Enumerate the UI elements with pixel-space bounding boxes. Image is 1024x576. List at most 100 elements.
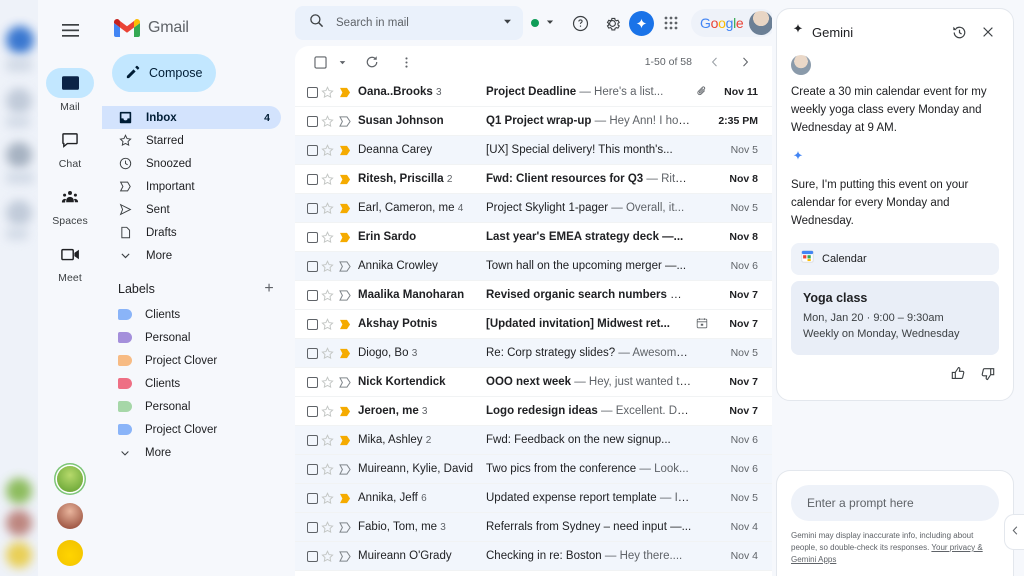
table-row[interactable]: Jeroen, me 3 Logo redesign ideas — Excell…	[295, 397, 772, 426]
table-row[interactable]: Annika Crowley Town hall on the upcoming …	[295, 252, 772, 281]
select-chevron-down-icon[interactable]	[335, 49, 349, 75]
table-row[interactable]: Nick Kortendick OOO next week — Hey, just…	[295, 368, 772, 397]
row-checkbox[interactable]	[307, 144, 318, 156]
label-item[interactable]: Personal	[102, 326, 281, 349]
avatar[interactable]	[57, 503, 83, 529]
user-avatar[interactable]	[749, 11, 774, 35]
unread-marker-icon[interactable]	[336, 145, 354, 156]
rail-item-meet[interactable]: Meet	[40, 239, 100, 284]
avatar[interactable]	[57, 466, 83, 492]
table-row[interactable]: Annika, Jeff 6 Updated expense report tem…	[295, 484, 772, 513]
important-marker-icon[interactable]	[336, 115, 354, 127]
gemini-sparkle-icon[interactable]	[629, 10, 654, 36]
google-account-pill[interactable]: Google	[691, 9, 777, 37]
star-icon[interactable]	[318, 346, 336, 360]
thumbs-down-icon[interactable]	[980, 366, 995, 386]
gmail-logo[interactable]: Gmail	[102, 8, 295, 48]
important-marker-icon[interactable]	[336, 289, 354, 301]
star-icon[interactable]	[318, 114, 336, 128]
important-marker-icon[interactable]	[336, 376, 354, 388]
gemini-prompt-input[interactable]	[807, 496, 983, 510]
star-icon[interactable]	[318, 288, 336, 302]
gear-icon[interactable]	[597, 8, 627, 38]
rail-item-chat[interactable]: Chat	[40, 125, 100, 170]
help-icon[interactable]	[565, 8, 595, 38]
active-status-dot[interactable]	[531, 19, 539, 27]
table-row[interactable]: Muireann O'Grady Checking in re: Boston —…	[295, 542, 772, 571]
star-icon[interactable]	[318, 520, 336, 534]
table-row[interactable]: Erin Sardo Last year's EMEA strategy deck…	[295, 223, 772, 252]
refresh-icon[interactable]	[359, 49, 385, 75]
labels-more[interactable]: More	[102, 441, 281, 464]
row-checkbox[interactable]	[307, 86, 318, 98]
row-checkbox[interactable]	[307, 347, 318, 359]
close-icon[interactable]	[977, 21, 999, 43]
label-item[interactable]: Project Clover	[102, 418, 281, 441]
table-row[interactable]: Oana..Brooks 3 Project Deadline — Here's …	[295, 78, 772, 107]
important-marker-icon[interactable]	[336, 260, 354, 272]
star-icon[interactable]	[318, 491, 336, 505]
sidebar-item-inbox[interactable]: Inbox 4	[102, 106, 281, 129]
table-row[interactable]: Maalika Manoharan Revised organic search …	[295, 281, 772, 310]
avatar[interactable]	[57, 540, 83, 566]
row-checkbox[interactable]	[307, 260, 318, 272]
row-checkbox[interactable]	[307, 173, 318, 185]
row-checkbox[interactable]	[307, 550, 318, 562]
select-all-checkbox[interactable]	[307, 49, 333, 75]
row-checkbox[interactable]	[307, 231, 318, 243]
row-checkbox[interactable]	[307, 289, 318, 301]
table-row[interactable]: Susan Johnson Q1 Project wrap-up — Hey An…	[295, 107, 772, 136]
collapse-panel-handle[interactable]	[1004, 514, 1024, 550]
rail-item-spaces[interactable]: Spaces	[40, 182, 100, 227]
label-item[interactable]: Project Clover	[102, 349, 281, 372]
compose-button[interactable]: Compose	[112, 54, 216, 92]
chevron-right-icon[interactable]	[732, 49, 758, 75]
row-checkbox[interactable]	[307, 434, 318, 446]
table-row[interactable]: Muireann, Kylie, David Two pics from the …	[295, 455, 772, 484]
sidebar-item-more[interactable]: More	[102, 244, 281, 267]
row-checkbox[interactable]	[307, 521, 318, 533]
sidebar-item-starred[interactable]: Starred	[102, 129, 281, 152]
star-icon[interactable]	[318, 172, 336, 186]
plus-icon[interactable]: +	[261, 281, 277, 297]
sidebar-item-snoozed[interactable]: Snoozed	[102, 152, 281, 175]
sidebar-item-sent[interactable]: Sent	[102, 198, 281, 221]
search-input[interactable]	[336, 17, 490, 29]
table-row[interactable]: Mika, Ashley 2 Fwd: Feedback on the new s…	[295, 426, 772, 455]
label-item[interactable]: Clients	[102, 372, 281, 395]
important-marker-icon[interactable]	[336, 463, 354, 475]
important-marker-icon[interactable]	[336, 521, 354, 533]
thumbs-up-icon[interactable]	[951, 366, 966, 386]
hamburger-icon[interactable]	[50, 10, 90, 50]
important-marker-icon[interactable]	[336, 550, 354, 562]
unread-marker-icon[interactable]	[336, 87, 354, 98]
apps-grid-icon[interactable]	[656, 8, 686, 38]
unread-marker-icon[interactable]	[336, 348, 354, 359]
star-icon[interactable]	[318, 201, 336, 215]
unread-marker-icon[interactable]	[336, 174, 354, 185]
star-icon[interactable]	[318, 259, 336, 273]
table-row[interactable]: Akshay Potnis [Updated invitation] Midwes…	[295, 310, 772, 339]
table-row[interactable]: Fabio, Tom, me 3 Referrals from Sydney – …	[295, 513, 772, 542]
chevron-down-icon[interactable]	[502, 14, 513, 32]
unread-marker-icon[interactable]	[336, 435, 354, 446]
star-icon[interactable]	[318, 143, 336, 157]
star-icon[interactable]	[318, 85, 336, 99]
unread-marker-icon[interactable]	[336, 232, 354, 243]
unread-marker-icon[interactable]	[336, 319, 354, 330]
label-item[interactable]: Clients	[102, 303, 281, 326]
more-vertical-icon[interactable]	[393, 49, 419, 75]
unread-marker-icon[interactable]	[336, 493, 354, 504]
rail-item-mail[interactable]: Mail	[40, 68, 100, 113]
table-row[interactable]: Deanna Carey [UX] Special delivery! This …	[295, 136, 772, 165]
star-icon[interactable]	[318, 462, 336, 476]
sidebar-item-important[interactable]: Important	[102, 175, 281, 198]
star-icon[interactable]	[318, 549, 336, 563]
calendar-event-card[interactable]: Yoga class Mon, Jan 20 · 9:00 – 9:30am W…	[791, 280, 999, 355]
sidebar-item-drafts[interactable]: Drafts	[102, 221, 281, 244]
star-icon[interactable]	[318, 230, 336, 244]
table-row[interactable]: Ritesh, Priscilla 2 Fwd: Client resources…	[295, 165, 772, 194]
label-item[interactable]: Personal	[102, 395, 281, 418]
star-icon[interactable]	[318, 317, 336, 331]
history-icon[interactable]	[948, 21, 970, 43]
